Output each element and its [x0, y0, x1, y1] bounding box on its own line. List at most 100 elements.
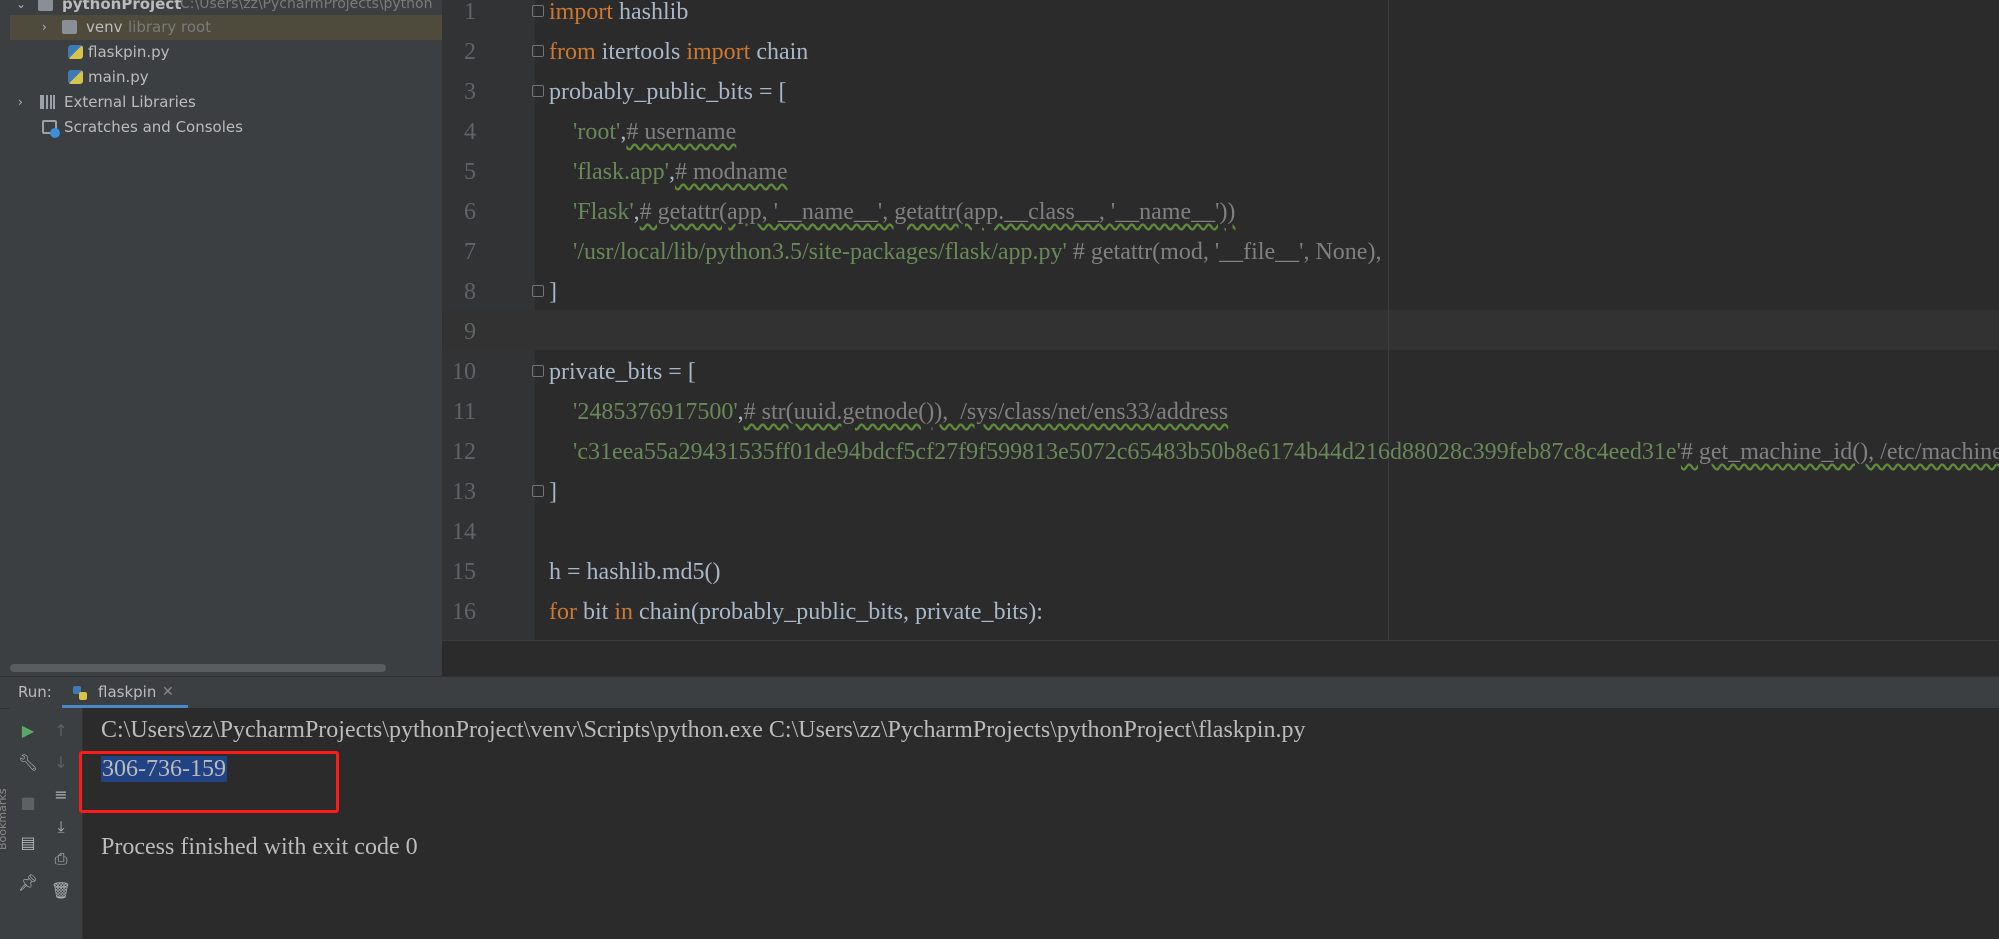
code-token: # getattr(mod, '__file__', None), — [1072, 239, 1382, 265]
line-number: 13 — [452, 479, 476, 505]
print-icon[interactable]: ⎙ — [50, 848, 72, 870]
code-text: 'c31eea55a29431535ff01de94bdcf5cf27f9f59… — [549, 432, 1999, 472]
code-token: bit — [576, 599, 615, 625]
annotation-highlight-box — [79, 751, 339, 813]
layout-icon[interactable]: ▤ — [17, 832, 39, 854]
code-token: for — [549, 599, 577, 625]
folder-icon — [62, 20, 77, 34]
code-line[interactable]: 8] — [442, 272, 1999, 312]
code-token: # str(uuid.getnode()), /sys/class/net/en… — [743, 399, 1229, 425]
line-number: 5 — [464, 159, 476, 185]
chevron-right-icon[interactable]: › — [18, 90, 23, 115]
fold-marker-icon[interactable] — [532, 5, 544, 17]
tree-item-label: Scratches and Consoles — [64, 118, 243, 136]
project-panel: ⌄ pythonProject C:\Users\zz\PycharmProje… — [10, 0, 442, 676]
code-editor[interactable]: 1 import hashlib 2 from itertools import ch… — [442, 0, 1999, 640]
soft-wrap-icon[interactable]: ≡ — [50, 784, 72, 806]
tree-item-main[interactable]: main.py — [10, 65, 442, 90]
bookmarks-side-tab[interactable]: Bookmarks — [0, 789, 10, 939]
code-text: '/usr/local/lib/python3.5/site-packages/… — [549, 232, 1381, 272]
tree-item-venv[interactable]: › venv library root — [10, 15, 442, 40]
code-line[interactable]: 10 private_bits = [ — [442, 352, 1999, 392]
code-line[interactable]: 5 'flask.app',# modname — [442, 152, 1999, 192]
fold-marker-icon[interactable] — [532, 285, 544, 297]
pin-icon[interactable]: 📌︎ — [17, 872, 39, 894]
code-text: ] — [549, 272, 557, 312]
code-token: from — [549, 39, 596, 65]
scroll-to-end-icon[interactable]: ⤓ — [50, 816, 72, 838]
bookmarks-label: Bookmarks — [0, 788, 9, 850]
code-token: 'flask.app' — [573, 159, 669, 185]
code-line[interactable]: 15 h = hashlib.md5() — [442, 552, 1999, 592]
code-token: '2485376917500' — [573, 399, 738, 425]
line-number: 7 — [464, 239, 476, 265]
code-text: probably_public_bits = [ — [549, 72, 787, 112]
code-token: # username — [626, 119, 737, 145]
fold-marker-icon[interactable] — [532, 45, 544, 57]
code-line[interactable]: 17 if not bit: — [442, 632, 1999, 640]
line-number: 4 — [464, 119, 476, 145]
fold-marker-icon[interactable] — [532, 365, 544, 377]
fold-marker-icon[interactable] — [532, 485, 544, 497]
tree-item-external-libraries[interactable]: › External Libraries — [10, 90, 442, 115]
code-token: in — [614, 599, 633, 625]
line-number: 11 — [452, 399, 476, 425]
tree-item-flaskpin[interactable]: flaskpin.py — [10, 40, 442, 65]
console-command-line: C:\Users\zz\PycharmProjects\pythonProjec… — [101, 717, 1306, 743]
chevron-right-icon[interactable]: › — [42, 15, 47, 40]
trash-icon[interactable]: 🗑︎ — [50, 880, 72, 902]
line-number: 17 — [442, 632, 476, 640]
wrench-icon[interactable]: 🔧︎ — [17, 752, 39, 774]
code-token: import — [686, 39, 751, 65]
code-line[interactable]: 13] — [442, 472, 1999, 512]
python-icon — [72, 685, 88, 701]
code-token: 'Flask' — [573, 199, 634, 225]
project-horizontal-scrollbar[interactable] — [10, 664, 386, 672]
code-token: chain — [750, 39, 809, 65]
rerun-icon[interactable]: ▶ — [17, 720, 39, 742]
tree-item-label: External Libraries — [64, 93, 196, 111]
folder-icon — [38, 0, 53, 11]
code-line[interactable]: 14 — [442, 512, 1999, 552]
code-line[interactable]: 1 import hashlib — [442, 0, 1999, 32]
code-text: '2485376917500',# str(uuid.getnode()), /… — [549, 392, 1228, 432]
run-console[interactable]: C:\Users\zz\PycharmProjects\pythonProjec… — [83, 708, 1999, 939]
code-token: '/usr/local/lib/python3.5/site-packages/… — [573, 239, 1067, 265]
code-token: import — [549, 0, 613, 25]
code-line[interactable]: 11 '2485376917500',# str(uuid.getnode())… — [442, 392, 1999, 432]
code-text: if not bit: — [549, 632, 662, 640]
code-token: # modname — [674, 159, 788, 185]
line-number: 10 — [452, 359, 476, 385]
arrow-up-icon[interactable]: ↑ — [50, 720, 72, 742]
arrow-down-icon[interactable]: ↓ — [50, 752, 72, 774]
python-file-icon — [68, 70, 83, 84]
line-number: 8 — [464, 279, 476, 305]
code-token: probably_public_bits = [ — [549, 79, 787, 105]
line-number: 3 — [464, 79, 476, 105]
code-line[interactable]: 4 'root',# username — [442, 112, 1999, 152]
code-line[interactable]: 12 'c31eea55a29431535ff01de94bdcf5cf27f9… — [442, 432, 1999, 472]
code-line[interactable]: 3 probably_public_bits = [ — [442, 72, 1999, 112]
run-tool-window-header: Run: flaskpin ✕ — [0, 676, 1999, 709]
code-token: itertools — [595, 39, 687, 65]
scratch-badge-icon — [50, 128, 60, 138]
code-text: 'root',# username — [549, 112, 736, 152]
fold-marker-icon[interactable] — [532, 85, 544, 97]
stop-icon[interactable]: ■ — [17, 792, 39, 814]
code-line[interactable]: 9 — [442, 312, 1999, 352]
run-toolbar: ▶ ↑ 🔧︎ ↓ ■ ≡ ⤓ ▤ ⎙ 📌︎ 🗑︎ — [10, 708, 83, 939]
code-text: 'Flask',# getattr(app, '__name__', getat… — [549, 192, 1235, 232]
code-line[interactable]: 7 '/usr/local/lib/python3.5/site-package… — [442, 232, 1999, 272]
line-number: 12 — [452, 439, 476, 465]
code-line[interactable]: 2 from itertools import chain — [442, 32, 1999, 72]
run-tab-flaskpin[interactable]: flaskpin ✕ — [62, 677, 188, 708]
code-line[interactable]: 6 'Flask',# getattr(app, '__name__', get… — [442, 192, 1999, 232]
code-line[interactable]: 16 for bit in chain(probably_public_bits,… — [442, 592, 1999, 632]
tree-item-label: flaskpin.py — [88, 43, 170, 61]
tree-item-scratches[interactable]: Scratches and Consoles — [10, 115, 442, 140]
close-icon[interactable]: ✕ — [162, 677, 174, 708]
